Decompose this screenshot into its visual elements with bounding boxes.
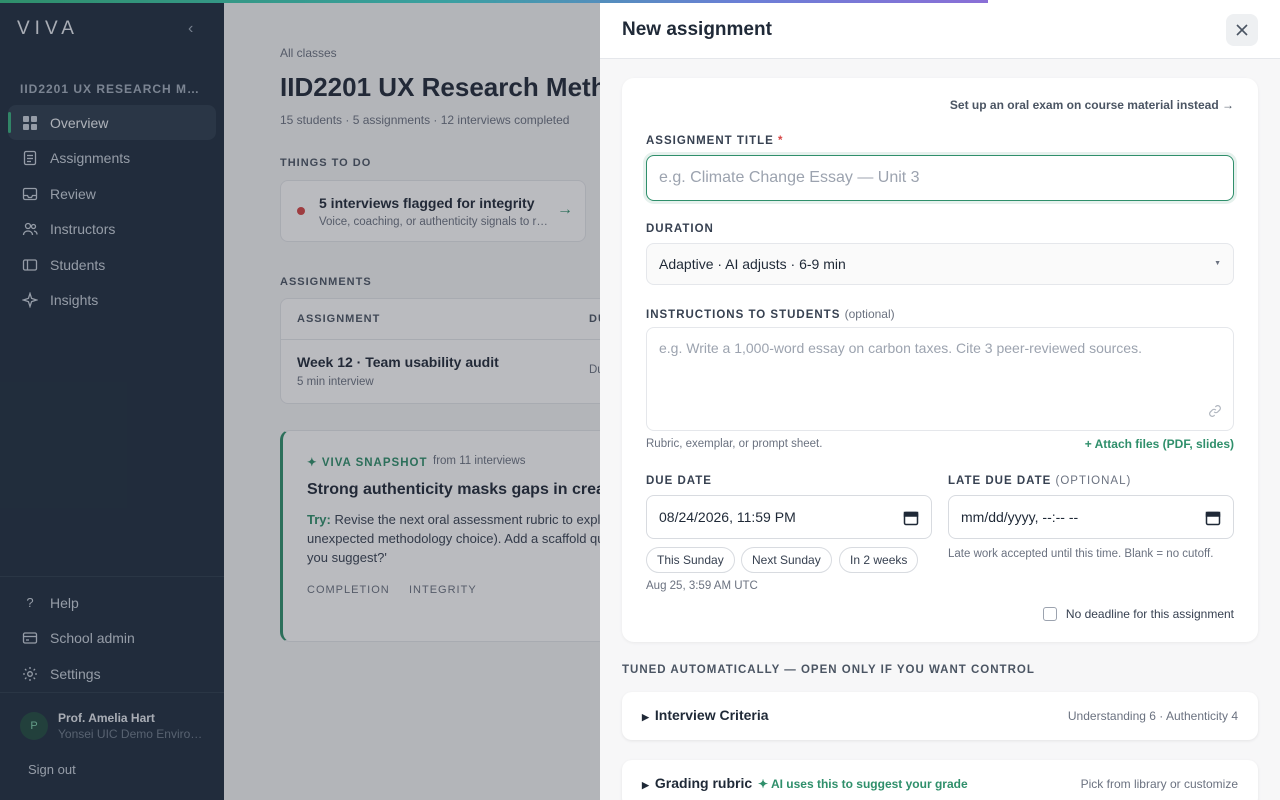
attach-files-button[interactable]: + Attach files (PDF, slides) — [1085, 437, 1234, 451]
new-assignment-drawer: New assignment Set up an oral exam on co… — [600, 0, 1280, 800]
calendar-icon — [903, 511, 919, 526]
tuned-section-label: TUNED AUTOMATICALLY — OPEN ONLY IF YOU W… — [622, 664, 1035, 676]
duration-value: Adaptive · AI adjusts · 6-9 min — [659, 256, 846, 272]
interview-criteria-accordion[interactable]: ▶ Interview Criteria Understanding 6 · Au… — [622, 692, 1258, 740]
late-due-date-label: LATE DUE DATE (OPTIONAL) — [948, 475, 1132, 487]
rubric-ai-note: ✦ AI uses this to suggest your grade — [758, 777, 968, 791]
assignment-title-input[interactable] — [646, 155, 1234, 201]
title-label: ASSIGNMENT TITLE * — [646, 135, 784, 147]
accordion-title: ▶ Grading rubric — [642, 775, 753, 791]
chip-next-sunday[interactable]: Next Sunday — [741, 547, 832, 573]
instructions-hint: Rubric, exemplar, or prompt sheet. — [646, 438, 823, 450]
grading-rubric-accordion[interactable]: ▶ Grading rubric ✦ AI uses this to sugges… — [622, 760, 1258, 800]
triangle-right-icon: ▶ — [642, 712, 649, 722]
late-due-date-value: mm/dd/yyyy, --:-- -- — [961, 509, 1079, 525]
late-date-hint: Late work accepted until this time. Blan… — [948, 548, 1214, 560]
assignment-form: Set up an oral exam on course material i… — [622, 78, 1258, 642]
due-date-label: DUE DATE — [646, 475, 712, 487]
duration-select[interactable]: Adaptive · AI adjusts · 6-9 min ▼ — [646, 243, 1234, 285]
chip-this-sunday[interactable]: This Sunday — [646, 547, 735, 573]
due-date-value: 08/24/2026, 11:59 PM — [659, 509, 796, 525]
chip-in-2-weeks[interactable]: In 2 weeks — [839, 547, 919, 573]
drawer-title: New assignment — [622, 19, 772, 40]
accordion-title: ▶ Interview Criteria — [642, 707, 769, 723]
instructions-textarea[interactable] — [646, 327, 1234, 431]
duration-label: DURATION — [646, 223, 714, 235]
late-due-date-input[interactable]: mm/dd/yyyy, --:-- -- — [948, 495, 1234, 539]
caret-down-icon: ▼ — [1214, 260, 1221, 267]
close-button[interactable] — [1226, 14, 1258, 46]
close-icon — [1236, 24, 1248, 36]
top-progress-bar — [0, 0, 988, 3]
criteria-summary: Understanding 6 · Authenticity 4 — [1067, 709, 1238, 723]
instructions-label: INSTRUCTIONS TO STUDENTS (optional) — [646, 307, 895, 321]
rubric-summary: Pick from library or customize — [1080, 777, 1238, 791]
due-date-utc: Aug 25, 3:59 AM UTC — [646, 580, 758, 592]
no-deadline-row[interactable]: No deadline for this assignment — [1042, 607, 1234, 621]
drawer-header: New assignment — [600, 0, 1280, 59]
no-deadline-checkbox[interactable] — [1042, 607, 1057, 621]
link-icon[interactable] — [1208, 404, 1222, 418]
calendar-icon — [1205, 511, 1221, 526]
oral-exam-link[interactable]: Set up an oral exam on course material i… — [950, 98, 1234, 112]
due-date-input[interactable]: 08/24/2026, 11:59 PM — [646, 495, 932, 539]
no-deadline-label: No deadline for this assignment — [1065, 607, 1234, 621]
triangle-right-icon: ▶ — [642, 780, 649, 790]
